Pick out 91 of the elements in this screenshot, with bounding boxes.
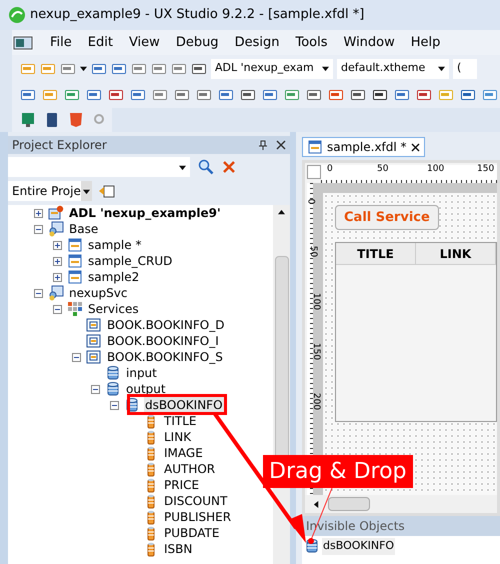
column-header[interactable]: LINK (416, 243, 496, 264)
window-menu-icon[interactable] (12, 34, 34, 50)
scroll-thumb[interactable] (328, 497, 370, 511)
drag-drop-tooltip: Drag & Drop (263, 455, 412, 488)
dropdown-field[interactable]: ( (453, 58, 477, 78)
ruler-label: 50 (377, 165, 388, 174)
caret-icon[interactable] (179, 164, 186, 170)
ruler-label: 150 (311, 342, 320, 360)
ruler-label: 0 (327, 165, 333, 174)
form-icon (67, 253, 83, 269)
menu-item[interactable]: Debug (168, 32, 227, 52)
tree-item[interactable]: Base (68, 220, 100, 238)
search-icon[interactable] (198, 159, 214, 175)
window-icon (86, 333, 102, 349)
window-icon (86, 349, 102, 365)
menu-item[interactable]: Window (336, 32, 403, 52)
horizontal-scrollbar[interactable] (305, 495, 497, 513)
object-item[interactable]: dsBOOKINFO (322, 538, 396, 554)
collapse-icon[interactable] (91, 384, 100, 394)
tree-item[interactable]: DISCOUNT (163, 492, 228, 510)
sync-icon[interactable] (98, 183, 116, 199)
caret-icon[interactable] (80, 65, 87, 72)
form-icon (67, 269, 83, 285)
caret-icon[interactable] (82, 188, 90, 194)
tree-item[interactable]: TITLE (163, 412, 198, 430)
tree-item[interactable]: BOOK.BOOKINFO_S (106, 348, 224, 366)
panel-title: Project Explorer (12, 137, 108, 154)
pin-icon[interactable] (258, 140, 268, 150)
window-group-icon (48, 285, 64, 301)
menu-item[interactable]: Edit (80, 32, 121, 52)
tree-item[interactable]: AUTHOR (163, 460, 216, 478)
ruler-label: 200 (311, 392, 320, 410)
close-icon[interactable] (410, 142, 420, 152)
menu-item[interactable]: View (120, 32, 168, 52)
expand-icon[interactable] (53, 256, 62, 266)
caret-icon[interactable] (438, 65, 445, 72)
caret-icon[interactable] (313, 500, 320, 508)
tree-item[interactable]: sample_CRUD (87, 252, 174, 270)
ruler-label: 100 (427, 165, 444, 174)
window-icon (86, 317, 102, 333)
document-gear-icon (48, 205, 64, 221)
menu-item[interactable]: Tools (287, 32, 336, 52)
app-logo-icon (8, 6, 26, 24)
html5-shield-icon[interactable] (68, 112, 84, 128)
form-icon (307, 139, 323, 155)
menu-item[interactable]: Design (226, 32, 288, 52)
clear-icon[interactable] (222, 160, 236, 174)
dropdown-field[interactable]: ADL 'nexup_exam (211, 58, 333, 78)
colored-squares-icon (67, 301, 83, 317)
expand-icon[interactable] (53, 240, 62, 250)
ruler-label: 50 (308, 246, 318, 258)
window-group-icon (48, 221, 64, 237)
caret-icon[interactable] (322, 65, 329, 72)
dropdown-field[interactable]: default.xtheme (337, 58, 449, 78)
ruler-label: 150 (477, 165, 494, 174)
form-icon (67, 237, 83, 253)
scope-dropdown[interactable]: Entire Proje (8, 181, 90, 201)
window-title: nexup_example9 - UX Studio 9.2.2 - [sample.xfdl *] (30, 6, 364, 24)
tree-item[interactable]: ISBN (163, 540, 194, 558)
tree-item[interactable]: output (125, 380, 167, 398)
close-icon[interactable] (276, 140, 286, 150)
collapse-icon[interactable] (110, 400, 119, 410)
caret-icon[interactable] (278, 209, 285, 216)
database-icon (105, 365, 121, 381)
tree-item[interactable]: ADL 'nexup_example9' (68, 205, 222, 222)
editor-tab[interactable]: sample.xfdl * (302, 137, 425, 157)
tree-item[interactable]: LINK (163, 428, 192, 446)
tree-item[interactable]: BOOK.BOOKINFO_I (106, 332, 220, 350)
tree-item[interactable]: Services (87, 300, 140, 318)
menu-item[interactable]: Help (402, 32, 448, 52)
ruler-label: 0 (305, 198, 314, 204)
collapse-icon[interactable] (53, 304, 62, 314)
expand-icon[interactable] (53, 272, 62, 282)
tree-item[interactable]: PUBLISHER (163, 508, 232, 526)
column-header[interactable]: TITLE (336, 243, 416, 264)
collapse-icon[interactable] (34, 288, 43, 298)
search-field[interactable] (8, 157, 190, 177)
database-icon (105, 381, 121, 397)
tree-item[interactable]: PRICE (163, 476, 200, 494)
menu-item[interactable]: File (42, 32, 80, 52)
tree-item[interactable]: sample * (87, 236, 142, 254)
tree-item[interactable]: IMAGE (163, 444, 204, 462)
tree-item[interactable]: input (125, 364, 158, 382)
collapse-icon[interactable] (72, 352, 81, 362)
tree-item[interactable]: nexupSvc (68, 284, 128, 302)
tree-item[interactable]: PUBDATE (163, 524, 220, 542)
tree-item[interactable]: sample2 (87, 268, 140, 286)
ruler-label: 100 (311, 292, 320, 310)
tree-item[interactable]: BOOK.BOOKINFO_D (106, 316, 226, 334)
collapse-icon[interactable] (34, 224, 43, 234)
expand-icon[interactable] (34, 208, 43, 218)
